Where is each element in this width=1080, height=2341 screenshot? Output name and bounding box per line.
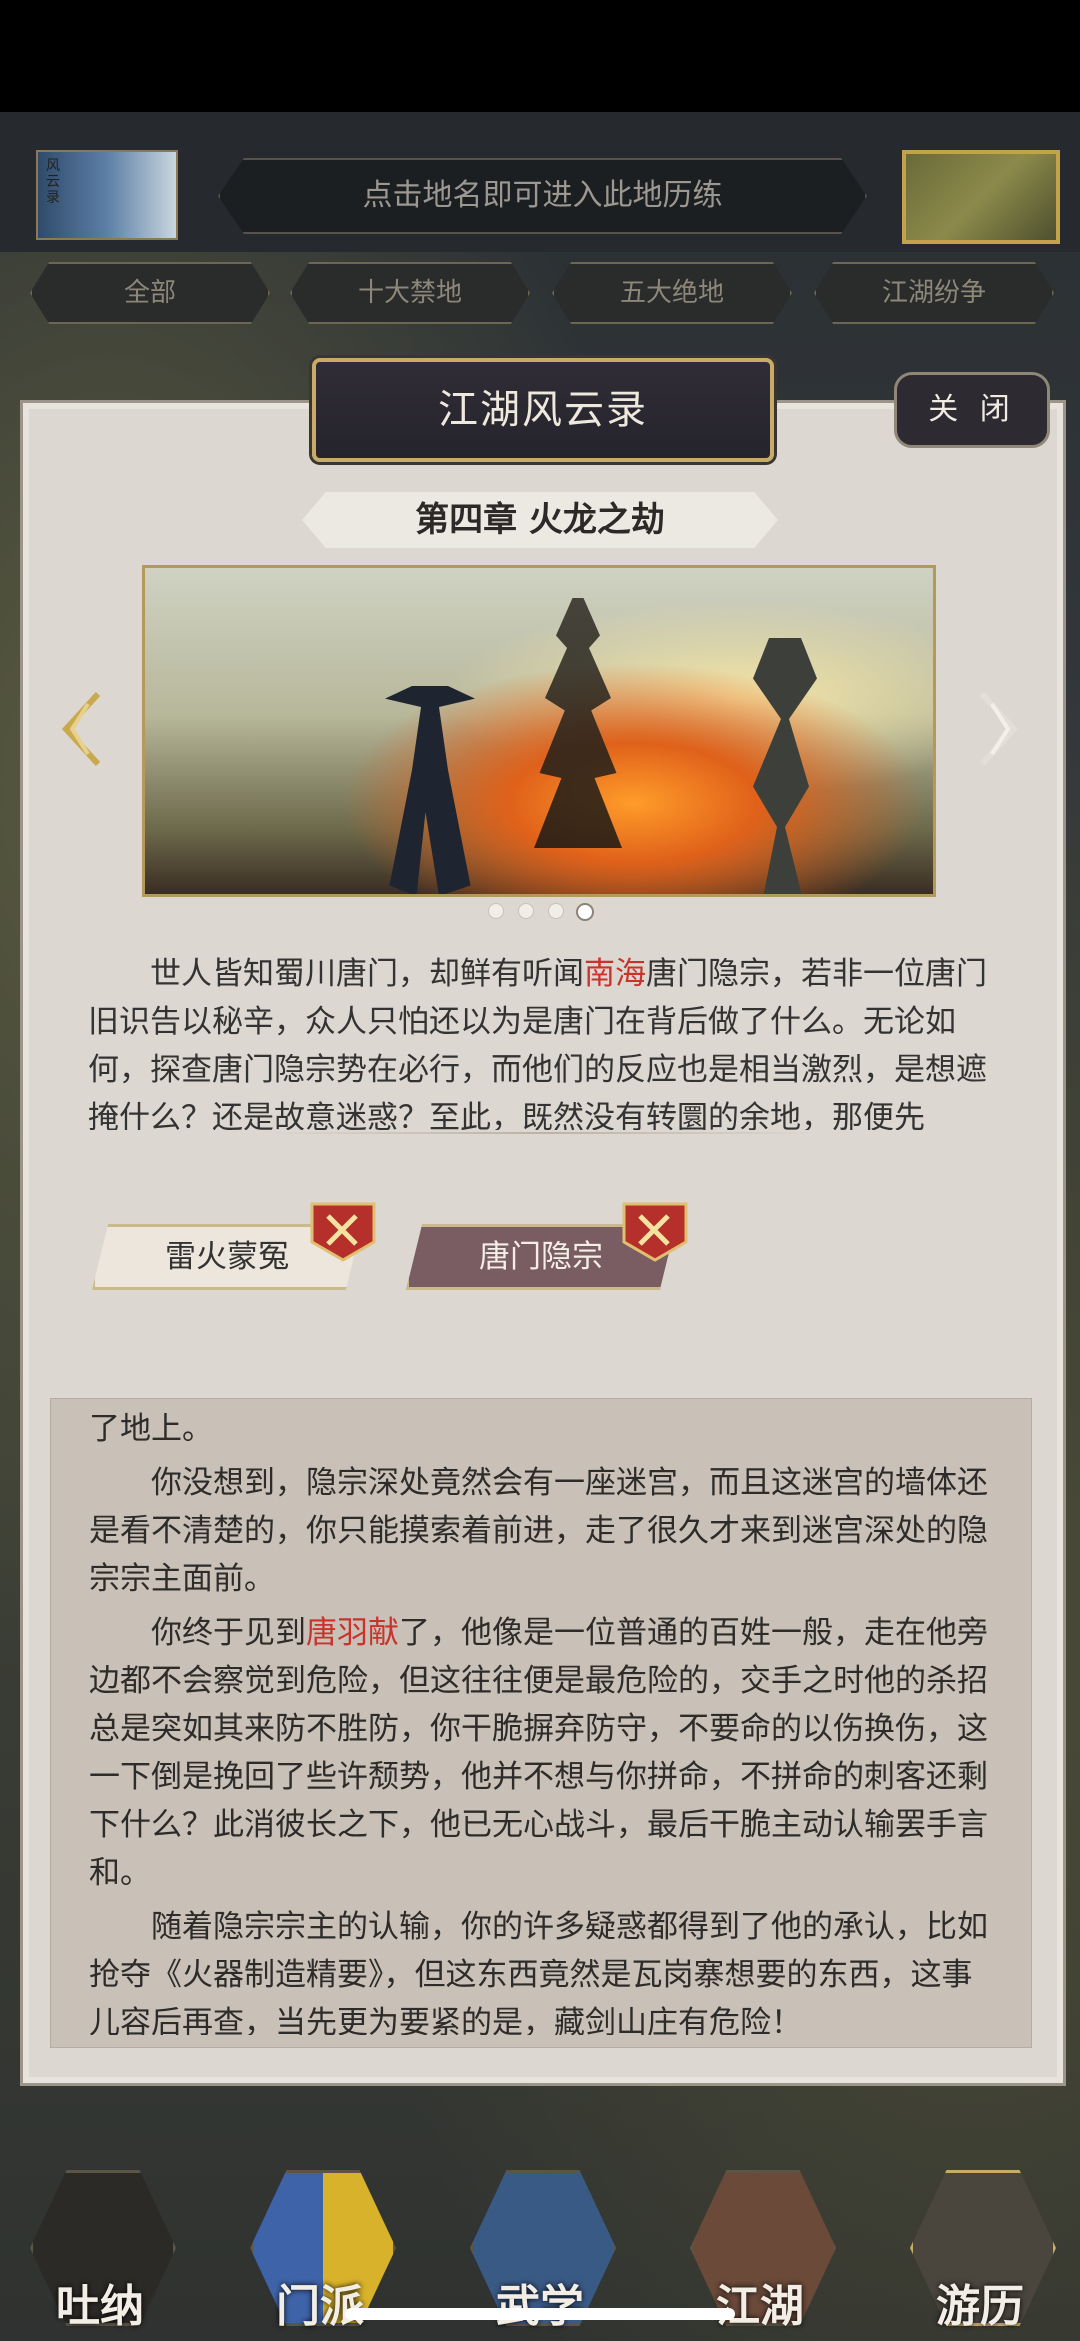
scroll-record-icon[interactable]: 风云录	[36, 150, 178, 240]
filter-tab-all[interactable]: 全部	[30, 262, 270, 324]
story-log-panel[interactable]: 了地上。 你没想到，隐宗深处竟然会有一座迷宫，而且这迷宫的墙体还是看不清楚的，你…	[50, 1398, 1032, 2048]
dragon-statue-figure	[753, 638, 817, 894]
filter-tab-five-realms[interactable]: 五大绝地	[552, 262, 792, 324]
log-line: 了地上。	[89, 1411, 213, 1447]
nav-label: 游历	[936, 2281, 1024, 2332]
location-hint: 点击地名即可进入此地历练	[218, 158, 867, 234]
scroll-icon-text: 风云录	[46, 158, 60, 206]
filter-tab-jianghu-strife[interactable]: 江湖纷争	[814, 262, 1054, 324]
carousel-dot[interactable]	[548, 903, 564, 919]
story-log-content: 了地上。 你没想到，隐宗深处竟然会有一座迷宫，而且这迷宫的墙体还是看不清楚的，你…	[89, 1405, 989, 2035]
log-text: 了，他像是一位普通的百姓一般，走在他旁边都不会察觉到危险，但这往往便是最危险的，…	[89, 1615, 988, 1891]
nav-label: 武学	[496, 2281, 584, 2332]
nav-label: 江湖	[716, 2281, 804, 2332]
carousel-dot-active[interactable]	[576, 903, 594, 921]
chapter-title: 第四章 火龙之劫	[302, 492, 778, 548]
nav-label: 门派	[276, 2281, 364, 2332]
close-button[interactable]: 关 闭	[894, 372, 1050, 448]
crossed-swords-badge-icon	[622, 1202, 688, 1262]
chapter-story-text: 世人皆知蜀川唐门，却鲜有听闻南海唐门隐宗，若非一位唐门旧识告以秘辛，众人只怕还以…	[88, 950, 992, 1130]
nav-label: 吐纳	[56, 2281, 144, 2332]
pagoda-figure	[534, 598, 622, 848]
carousel-dot[interactable]	[518, 903, 534, 919]
swordsman-figure	[385, 686, 475, 894]
map-thumbnail-icon[interactable]	[902, 150, 1060, 244]
modal-title: 江湖风云录	[312, 358, 774, 462]
crossed-swords-badge-icon	[310, 1202, 376, 1262]
log-text: 你终于见到	[151, 1615, 306, 1651]
chapter-illustration	[142, 565, 936, 897]
nav-tuna[interactable]: 吐纳	[20, 2160, 180, 2340]
divider	[262, 1126, 818, 1140]
log-paragraph: 你终于见到唐羽献了，他像是一位普通的百姓一般，走在他旁边都不会察觉到危险，但这往…	[89, 1609, 989, 1897]
carousel-dots	[488, 903, 598, 921]
highlight-character-name: 唐羽献	[306, 1615, 399, 1651]
filter-tabs: 全部 十大禁地 五大绝地 江湖纷争	[0, 262, 1080, 324]
divider-line	[262, 1132, 818, 1134]
prev-chapter-arrow-icon[interactable]	[58, 690, 102, 768]
status-bar	[0, 0, 1080, 112]
story-text: 世人皆知蜀川唐门，却鲜有听闻	[150, 956, 584, 992]
highlight-place-name: 南海	[584, 956, 646, 992]
filter-tab-ten-forbidden[interactable]: 十大禁地	[290, 262, 530, 324]
nav-travel[interactable]: 游历	[900, 2160, 1060, 2340]
log-paragraph: 你没想到，隐宗深处竟然会有一座迷宫，而且这迷宫的墙体还是看不清楚的，你只能摸索着…	[89, 1465, 988, 1597]
next-chapter-arrow-icon[interactable]	[978, 690, 1022, 768]
log-paragraph: 随着隐宗宗主的认输，你的许多疑惑都得到了他的承认，比如抢夺《火器制造精要》，但这…	[89, 1909, 988, 2035]
carousel-dot[interactable]	[488, 903, 504, 919]
home-indicator[interactable]	[345, 2308, 735, 2320]
